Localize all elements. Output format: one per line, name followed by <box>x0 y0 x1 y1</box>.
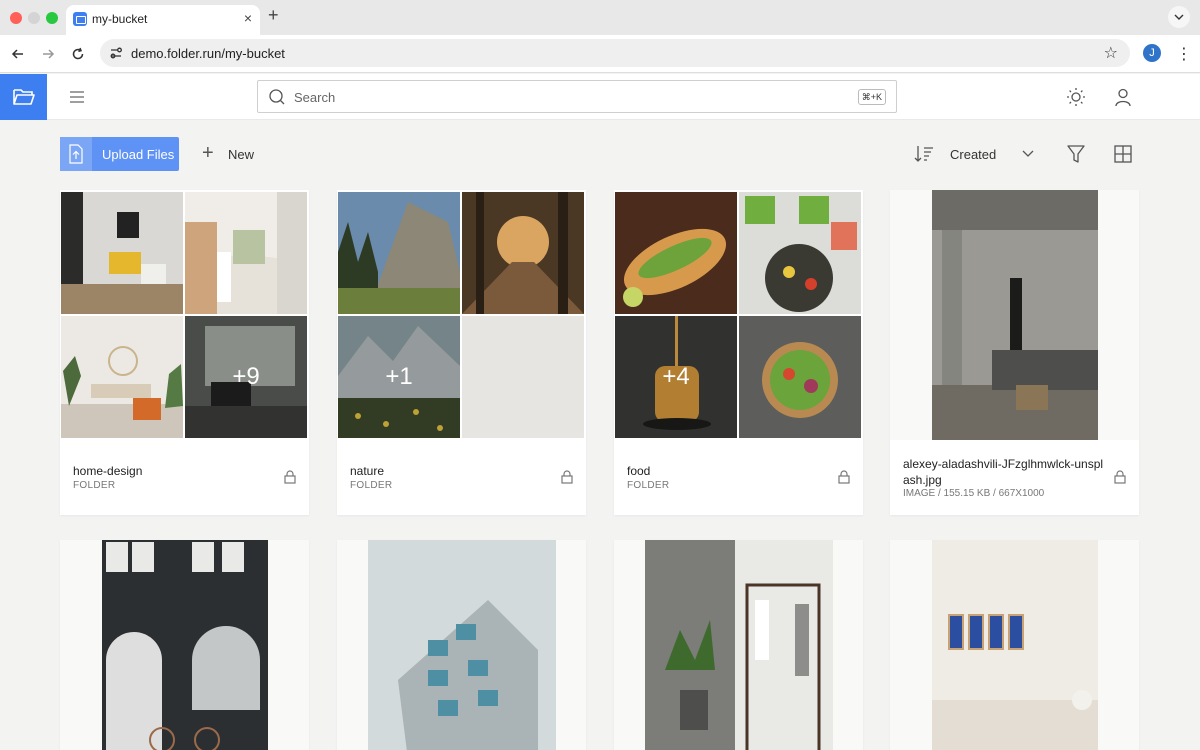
folder-preview-grid: +1 <box>338 192 585 439</box>
lock-icon[interactable] <box>838 470 850 484</box>
search-input[interactable]: Search ⌘+K <box>257 80 897 113</box>
image-preview <box>645 540 833 750</box>
folder-type: FOLDER <box>350 480 393 491</box>
folder-name: nature <box>350 464 385 478</box>
search-shortcut-badge: ⌘+K <box>857 89 886 105</box>
preview-image: +9 <box>185 316 307 438</box>
tab-search-button[interactable] <box>1168 6 1190 28</box>
folder-preview-grid: +9 <box>61 192 308 439</box>
site-settings-icon[interactable] <box>108 45 124 61</box>
tab-title: my-bucket <box>92 12 148 26</box>
image-card[interactable] <box>890 540 1139 750</box>
image-card[interactable] <box>614 540 863 750</box>
window-zoom-button[interactable] <box>46 12 58 24</box>
folder-type: FOLDER <box>627 480 670 491</box>
forward-button[interactable] <box>38 44 58 64</box>
image-preview <box>368 540 556 750</box>
bookmark-star-icon[interactable]: ☆ <box>1104 43 1118 63</box>
chevron-down-icon <box>1022 150 1034 157</box>
address-bar[interactable]: demo.folder.run/my-bucket ☆ <box>100 39 1130 67</box>
browser-menu-icon[interactable]: ⋮ <box>1176 44 1192 64</box>
more-items-count: +4 <box>615 316 737 438</box>
image-preview <box>932 540 1098 750</box>
tab-close-button[interactable]: × <box>244 11 252 25</box>
lock-icon[interactable] <box>1114 470 1126 484</box>
upload-icon <box>60 137 92 171</box>
preview-image <box>338 192 460 314</box>
app-logo[interactable] <box>0 74 47 120</box>
preview-image <box>462 192 584 314</box>
image-preview <box>932 190 1098 440</box>
browser-toolbar: demo.folder.run/my-bucket ☆ J ⋮ <box>0 35 1200 73</box>
image-card[interactable] <box>60 540 309 750</box>
sort-icon[interactable] <box>913 144 935 164</box>
back-button[interactable] <box>8 44 28 64</box>
window-close-button[interactable] <box>10 12 22 24</box>
profile-avatar[interactable]: J <box>1143 44 1161 62</box>
sort-by-label: Created <box>950 147 997 162</box>
upload-files-button[interactable]: Upload Files <box>60 137 179 171</box>
upload-files-label: Upload Files <box>102 147 175 162</box>
folder-name: home-design <box>73 464 143 478</box>
image-card[interactable] <box>337 540 586 750</box>
preview-image <box>615 192 737 314</box>
empty-preview-slot <box>462 316 584 438</box>
preview-image: +4 <box>615 316 737 438</box>
sort-by-select[interactable]: Created <box>950 146 1035 164</box>
folder-open-icon <box>12 89 35 105</box>
preview-image <box>61 316 183 438</box>
reload-button[interactable] <box>68 44 88 64</box>
search-placeholder: Search <box>294 90 336 105</box>
browser-tab[interactable]: my-bucket × <box>66 5 260 35</box>
preview-image <box>739 316 861 438</box>
arrow-left-icon <box>11 49 23 59</box>
search-icon <box>269 89 285 105</box>
image-preview <box>102 540 268 750</box>
folder-name: food <box>627 464 651 478</box>
folder-favicon-icon <box>73 12 87 26</box>
folder-type: FOLDER <box>73 480 116 491</box>
menu-icon[interactable] <box>68 88 86 106</box>
app-header: Search ⌘+K <box>0 74 1200 120</box>
preview-image: +1 <box>338 316 460 438</box>
preview-image <box>739 192 861 314</box>
more-items-count: +1 <box>338 316 460 438</box>
preview-image <box>61 192 183 314</box>
folder-card-nature[interactable]: +1 nature FOLDER <box>337 190 586 515</box>
reload-icon <box>72 47 84 60</box>
user-icon[interactable] <box>1113 87 1133 107</box>
folder-card-home-design[interactable]: +9 home-design FOLDER <box>60 190 309 515</box>
url-text: demo.folder.run/my-bucket <box>131 46 285 61</box>
lock-icon[interactable] <box>284 470 296 484</box>
new-tab-button[interactable]: + <box>268 6 279 24</box>
filter-icon[interactable] <box>1066 144 1086 164</box>
plus-icon: + <box>202 142 214 164</box>
chevron-down-icon <box>1174 14 1184 20</box>
image-preview-frame <box>890 190 1139 440</box>
file-meta: IMAGE / 155.15 KB / 667X1000 <box>903 488 1045 499</box>
grid-view-icon[interactable] <box>1113 144 1133 164</box>
sun-icon[interactable] <box>1066 87 1086 107</box>
more-items-count: +9 <box>185 316 307 438</box>
lock-icon[interactable] <box>561 470 573 484</box>
browser-tab-bar: my-bucket × + <box>0 0 1200 35</box>
image-card[interactable]: alexey-aladashvili-JFzglhmwlck-unsplash.… <box>890 190 1139 515</box>
window-minimize-button[interactable] <box>28 12 40 24</box>
folder-preview-grid: +4 <box>615 192 862 439</box>
arrow-right-icon <box>43 49 55 59</box>
preview-image <box>185 192 307 314</box>
folder-card-food[interactable]: +4 food FOLDER <box>614 190 863 515</box>
new-label: New <box>228 147 255 162</box>
file-name: alexey-aladashvili-JFzglhmwlck-unsplash.… <box>903 457 1104 487</box>
